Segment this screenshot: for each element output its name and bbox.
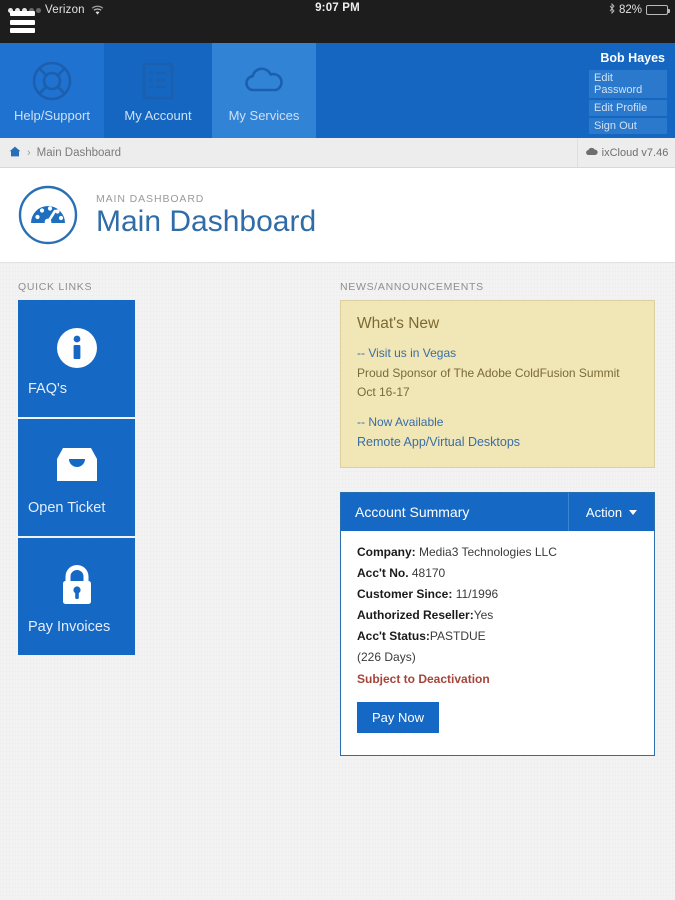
row-label: Company: — [357, 545, 416, 559]
page-header-text: MAIN DASHBOARD Main Dashboard — [96, 193, 316, 238]
nav-tile-my-account[interactable]: My Account — [106, 43, 210, 138]
news-item-1-line1: Proud Sponsor of The Adobe ColdFusion Su… — [357, 366, 620, 380]
whats-new-panel: What's New -- Visit us in Vegas Proud Sp… — [340, 300, 655, 468]
ios-status-bar: Verizon 9:07 PM 82% — [0, 0, 675, 43]
account-row-acct-status: Acc't Status:PASTDUE — [357, 629, 654, 643]
row-label: Acc't Status: — [357, 629, 430, 643]
deactivation-warning: Subject to Deactivation — [357, 672, 490, 686]
cloud-icon — [585, 147, 598, 159]
whats-new-title: What's New — [357, 315, 440, 332]
row-value: Media3 Technologies LLC — [415, 545, 557, 559]
pay-now-button[interactable]: Pay Now — [357, 702, 440, 733]
row-label: Acc't No. — [357, 566, 409, 580]
account-summary-panel: Account Summary Action Company: Media3 T… — [340, 492, 655, 756]
breadcrumb-bar: › Main Dashboard ixCloud v7.46 — [0, 138, 675, 168]
user-name-label: Bob Hayes — [600, 51, 665, 65]
bluetooth-icon — [609, 2, 615, 17]
account-row-authorized-reseller: Authorized Reseller:Yes — [357, 608, 654, 622]
edit-password-link[interactable]: Edit Password — [589, 70, 667, 98]
breadcrumb-current: Main Dashboard — [36, 146, 122, 159]
nav-tile-label: My Services — [228, 108, 300, 123]
page-header: MAIN DASHBOARD Main Dashboard — [0, 168, 675, 263]
row-label: Customer Since: — [357, 587, 453, 601]
dashboard-gauge-icon — [17, 184, 79, 246]
quick-link-label: Pay Invoices — [28, 619, 111, 635]
version-label: ixCloud v7.46 — [601, 146, 669, 159]
news-divider — [357, 404, 638, 415]
inbox-icon — [18, 445, 135, 485]
quick-link-label: Open Ticket — [28, 500, 106, 516]
chevron-down-icon — [629, 509, 638, 515]
edit-profile-link[interactable]: Edit Profile — [589, 100, 667, 116]
info-circle-icon — [18, 326, 135, 370]
nav-tile-label: My Account — [124, 108, 192, 123]
account-summary-header: Account Summary Action — [341, 493, 654, 531]
quick-links-label: QUICK LINKS — [18, 281, 93, 293]
row-value: 11/1996 — [452, 587, 499, 601]
nav-tile-help-support[interactable]: Help/Support — [0, 43, 104, 138]
news-account-column: NEWS/ANNOUNCEMENTS What's New -- Visit u… — [340, 281, 657, 756]
list-document-icon — [138, 59, 178, 103]
news-item-1-line2: Oct 16-17 — [357, 385, 410, 399]
action-label: Action — [585, 504, 623, 520]
quick-link-faqs[interactable]: FAQ's — [18, 300, 135, 417]
sign-out-link[interactable]: Sign Out — [589, 118, 667, 134]
row-value: 48170 — [408, 566, 446, 580]
account-row-customer-since: Customer Since: 11/1996 — [357, 587, 654, 601]
breadcrumb-separator: › — [27, 146, 31, 159]
quick-link-open-ticket[interactable]: Open Ticket — [18, 419, 135, 536]
home-icon[interactable] — [9, 146, 21, 160]
breadcrumb: › Main Dashboard — [0, 146, 121, 160]
page-eyebrow: MAIN DASHBOARD — [96, 192, 205, 205]
row-value: PASTDUE — [429, 629, 486, 643]
news-label: NEWS/ANNOUNCEMENTS — [340, 281, 484, 293]
status-clock: 9:07 PM — [315, 2, 360, 14]
cloud-icon — [241, 59, 287, 103]
quick-links-column: QUICK LINKS FAQ's Open Ticket Pay Invoic… — [18, 281, 340, 756]
account-summary-title: Account Summary — [355, 504, 470, 520]
account-row-acct-no: Acc't No. 48170 — [357, 566, 654, 580]
status-battery-group: 82% — [609, 2, 670, 18]
news-item-2-link[interactable]: -- Now Available — [357, 415, 638, 429]
quick-link-pay-invoices[interactable]: Pay Invoices — [18, 538, 135, 655]
lock-icon — [18, 564, 135, 608]
account-row-days: (226 Days) — [357, 650, 416, 664]
account-row-company: Company: Media3 Technologies LLC — [357, 545, 654, 559]
row-value: Yes — [473, 608, 494, 622]
quick-link-label: FAQ's — [28, 381, 68, 397]
lifebuoy-icon — [30, 59, 74, 103]
version-badge: ixCloud v7.46 — [577, 138, 675, 167]
row-label: Authorized Reseller: — [357, 608, 474, 622]
app-screen: Verizon 9:07 PM 82% Help/Support My Acco… — [0, 0, 675, 900]
main-content: QUICK LINKS FAQ's Open Ticket Pay Invoic… — [0, 263, 675, 756]
action-dropdown-button[interactable]: Action — [568, 493, 654, 531]
battery-percent-label: 82% — [618, 4, 642, 16]
news-item-2-line1[interactable]: Remote App/Virtual Desktops — [357, 435, 638, 449]
nav-tile-label: Help/Support — [14, 108, 90, 123]
page-title: Main Dashboard — [96, 204, 317, 238]
nav-tile-my-services[interactable]: My Services — [212, 43, 316, 138]
user-menu: Bob Hayes Edit Password Edit Profile Sig… — [589, 51, 667, 136]
account-summary-body: Company: Media3 Technologies LLC Acc't N… — [341, 531, 654, 755]
battery-icon — [646, 5, 670, 15]
news-item-1-link[interactable]: -- Visit us in Vegas — [357, 346, 638, 360]
hamburger-menu-icon[interactable] — [10, 11, 35, 33]
top-navigation: Help/Support My Account My Services Bob … — [0, 43, 675, 138]
